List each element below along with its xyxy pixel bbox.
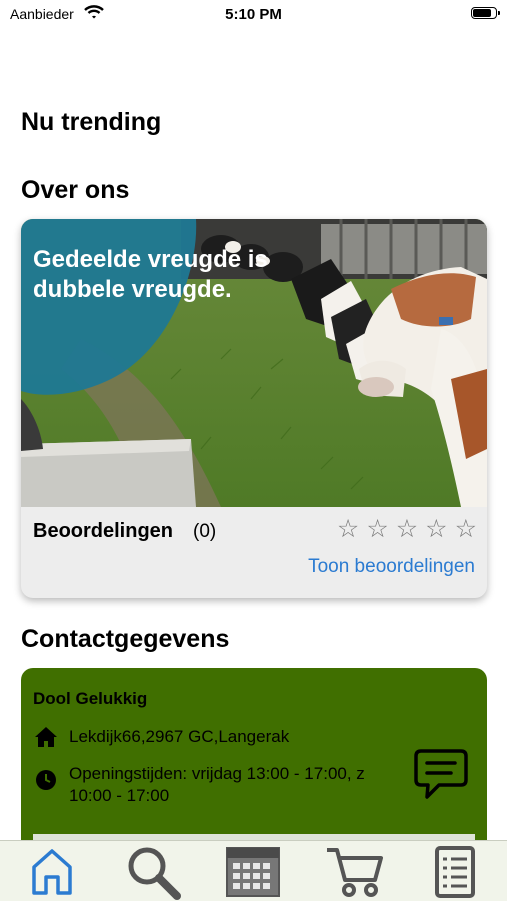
tab-calendar[interactable] <box>223 843 283 901</box>
tab-orders[interactable] <box>425 843 485 901</box>
cart-icon <box>327 848 383 897</box>
about-heading: Over ons <box>21 176 130 204</box>
home-icon <box>33 726 59 748</box>
list-icon <box>435 846 475 898</box>
star-icon: ☆ <box>336 515 360 543</box>
tab-bar <box>0 840 507 901</box>
address-text: Lekdijk66,2967 GC,Langerak <box>69 727 290 746</box>
show-reviews-link[interactable]: Toon beoordelingen <box>308 556 475 578</box>
contact-heading: Contactgegevens <box>21 625 230 653</box>
about-slogan: Gedeelde vreugde is dubbele vreugde. <box>33 246 268 303</box>
trending-heading: Nu trending <box>21 108 162 136</box>
star-icon: ☆ <box>425 515 448 543</box>
reviews-label: Beoordelingen <box>33 520 174 542</box>
reviews-count: (0) <box>193 521 217 542</box>
opening-hours-text: Openingstijden: vrijdag 13:00 - 17:00, z… <box>69 764 365 805</box>
battery-icon <box>471 7 500 19</box>
rating-stars: ☆ ☆ ☆ ☆ ☆ <box>337 516 477 542</box>
search-icon <box>128 847 181 900</box>
home-icon <box>32 849 72 895</box>
calendar-icon <box>226 847 280 897</box>
farm-cows-photo: Gedeelde vreugde is dubbele vreugde. <box>21 219 487 507</box>
clock-icon <box>33 769 59 791</box>
star-icon: ☆ <box>366 515 389 543</box>
status-bar: Aanbieder 5:10 PM <box>0 0 507 28</box>
chat-bubble-icon[interactable] <box>413 748 469 800</box>
about-card: Gedeelde vreugde is dubbele vreugde. Beo… <box>21 219 487 598</box>
star-icon: ☆ <box>395 515 419 543</box>
tab-cart[interactable] <box>325 843 385 901</box>
status-time: 5:10 PM <box>225 6 282 23</box>
address-row: Lekdijk66,2967 GC,Langerak <box>33 726 289 748</box>
opening-hours-row: Openingstijden: vrijdag 13:00 - 17:00, z… <box>33 763 399 807</box>
star-icon: ☆ <box>454 515 477 543</box>
tab-search[interactable] <box>123 843 183 901</box>
tab-home[interactable] <box>22 843 82 901</box>
business-name: Dool Gelukkig <box>33 689 148 708</box>
